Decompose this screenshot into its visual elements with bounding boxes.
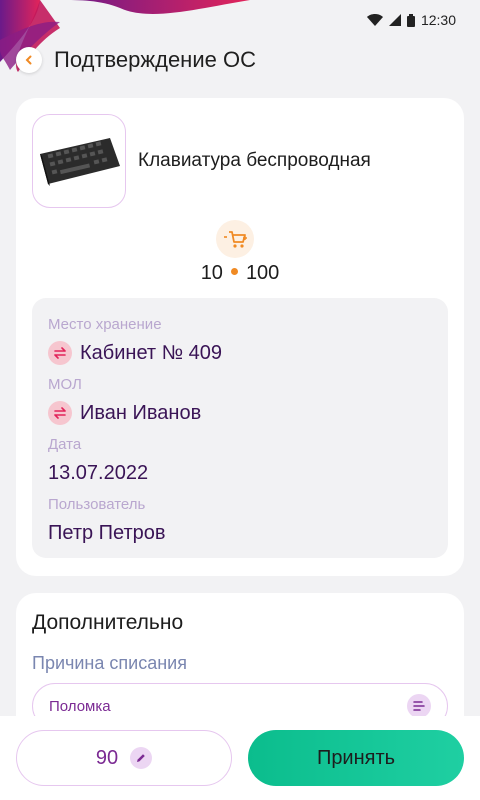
cart-icon [224, 231, 247, 248]
item-thumbnail [32, 114, 126, 208]
signal-icon [388, 14, 401, 26]
user-label: Пользователь [48, 496, 146, 513]
bottom-action-bar: 90 Принять [0, 716, 480, 800]
battery-icon [406, 13, 415, 27]
date-label: Дата [48, 436, 82, 453]
date-value: 13.07.2022 [48, 461, 149, 484]
mol-value: Иван Иванов [80, 401, 202, 424]
quantity-summary: 10 100 [16, 262, 464, 285]
user-field: Пользователь Петр Петров [48, 496, 432, 556]
storage-label: Место хранение [48, 316, 162, 333]
swap-icon[interactable] [48, 341, 72, 365]
mol-label: МОЛ [48, 376, 82, 393]
page-title: Подтверждение ОС [54, 47, 256, 72]
list-icon [407, 694, 431, 718]
date-field: Дата 13.07.2022 [48, 436, 432, 496]
mol-field: МОЛ Иван Иванов [48, 376, 432, 436]
accept-button[interactable]: Принять [248, 730, 464, 786]
user-value: Петр Петров [48, 521, 166, 544]
total-value: 100 [245, 262, 280, 284]
item-name: Клавиатура беспроводная [138, 150, 371, 171]
quantity-value: 10 [200, 262, 223, 284]
count-value: 90 [95, 746, 119, 769]
count-edit-button[interactable]: 90 [16, 730, 232, 786]
cart-badge [216, 220, 254, 258]
wifi-icon [366, 14, 383, 26]
additional-title: Дополнительно [32, 611, 184, 634]
details-box: Место хранение Кабинет № 409 МОЛ Иван Ив… [32, 298, 448, 558]
status-bar: 12:30 [280, 0, 480, 40]
write-off-reason-label: Причина списания [32, 653, 187, 673]
write-off-reason-value: Поломка [49, 698, 111, 715]
keyboard-icon [40, 138, 120, 186]
asset-card: Клавиатура беспроводная 10 100 Место хран… [16, 98, 464, 576]
storage-field: Место хранение Кабинет № 409 [48, 316, 432, 376]
separator-dot [230, 268, 238, 276]
status-time: 12:30 [420, 12, 456, 28]
back-button[interactable] [16, 47, 42, 73]
swap-icon[interactable] [48, 401, 72, 425]
app-header: Подтверждение ОС [0, 40, 480, 80]
storage-value: Кабинет № 409 [80, 341, 223, 364]
chevron-left-icon [25, 55, 32, 65]
pencil-icon [130, 747, 153, 769]
